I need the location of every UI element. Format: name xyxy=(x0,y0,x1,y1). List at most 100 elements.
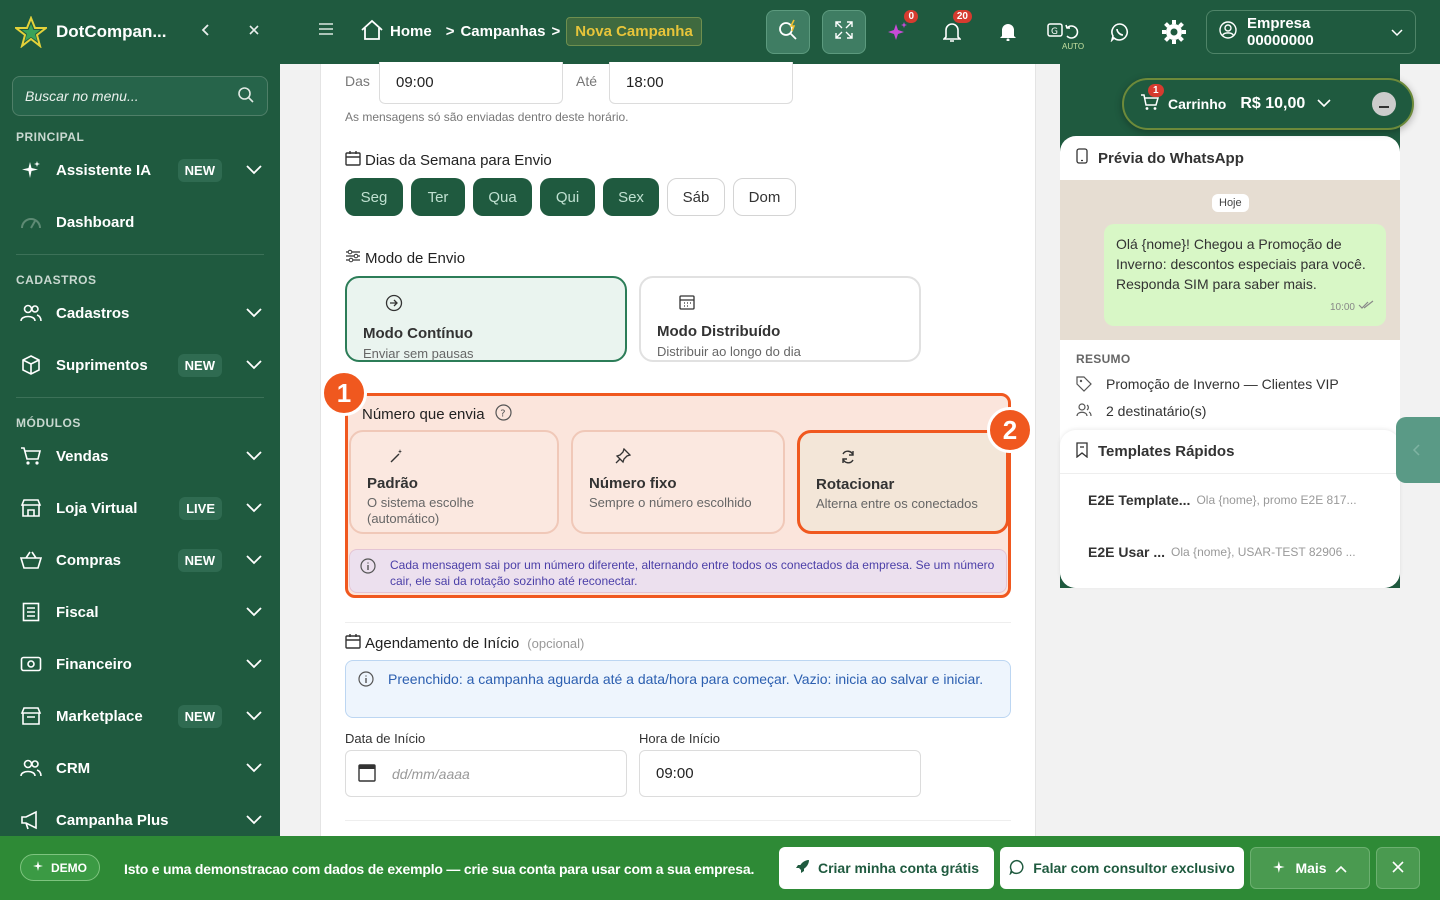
translate-sync-icon: G xyxy=(1047,23,1079,39)
ai-sparkles-button[interactable]: 0 xyxy=(884,10,918,46)
schedule-info-text: Preenchido: a campanha aguarda até a dat… xyxy=(388,671,984,687)
day-toggle-sab[interactable]: Sáb xyxy=(667,178,725,216)
start-time-input[interactable]: 09:00 xyxy=(639,750,921,797)
consultant-button[interactable]: Falar com consultor exclusivo xyxy=(1000,847,1244,889)
sidebar-item-label: CRM xyxy=(56,759,91,777)
bell-outline-icon xyxy=(943,23,961,42)
close-banner-button[interactable] xyxy=(1376,847,1420,889)
template-item[interactable]: E2E Usar ... Ola {nome}, USAR-TEST 82906… xyxy=(1060,526,1400,578)
sidebar-item-marketplace[interactable]: Marketplace NEW xyxy=(0,690,280,742)
summary-section: RESUMO Promoção de Inverno — Clientes VI… xyxy=(1060,340,1400,432)
hours-to-label: Até xyxy=(576,73,598,89)
collapse-chevron-icon[interactable] xyxy=(194,23,218,42)
expand-icon xyxy=(835,20,853,44)
phone-icon xyxy=(1076,148,1088,168)
auto-label: AUTO xyxy=(1062,42,1085,51)
sender-option-title: Rotacionar xyxy=(816,476,895,493)
hours-to-input[interactable]: 18:00 xyxy=(609,62,793,104)
chat-area: Hoje Olá {nome}! Chegou a Promoção de In… xyxy=(1060,180,1400,340)
minimize-button[interactable] xyxy=(1372,92,1396,116)
breadcrumb-campanhas[interactable]: Campanhas xyxy=(460,23,545,40)
sidebar-item-crm[interactable]: CRM xyxy=(0,742,280,794)
sender-option-padrao[interactable]: Padrão O sistema escolhe (automático) xyxy=(349,430,559,534)
sidebar-item-dashboard[interactable]: Dashboard xyxy=(0,196,280,248)
chevron-down-icon[interactable] xyxy=(1317,95,1331,113)
mode-distribuido-option[interactable]: Modo Distribuído Distribuir ao longo do … xyxy=(639,276,921,362)
sidebar-item-label: Vendas xyxy=(56,447,109,465)
cart-icon xyxy=(20,445,42,467)
money-icon xyxy=(20,653,42,675)
whatsapp-button[interactable] xyxy=(1106,18,1134,46)
sidebar-item-label: Cadastros xyxy=(56,304,130,322)
sidebar-header: DotCompan... xyxy=(0,0,280,64)
day-toggle-seg[interactable]: Seg xyxy=(345,178,403,216)
mode-continuo-option[interactable]: Modo Contínuo Enviar sem pausas xyxy=(345,276,627,362)
sender-title: Número que envia ? xyxy=(362,404,512,425)
user-circle-icon xyxy=(1219,21,1237,43)
chevron-down-icon xyxy=(246,448,262,465)
sidebar-item-assistente-ia[interactable]: Assistente IA NEW xyxy=(0,144,280,196)
sidebar-item-financeiro[interactable]: Financeiro xyxy=(0,638,280,690)
bell-button[interactable] xyxy=(994,18,1022,46)
hours-from-input[interactable]: 09:00 xyxy=(379,62,563,104)
sidebar-item-loja-virtual[interactable]: Loja Virtual LIVE xyxy=(0,482,280,534)
sidebar-item-cadastros[interactable]: Cadastros xyxy=(0,287,280,339)
day-toggle-qui[interactable]: Qui xyxy=(540,178,595,216)
section-modulos: MÓDULOS xyxy=(16,416,81,430)
mode-title-text: Modo de Envio xyxy=(365,249,466,267)
company-name: Empresa 00000000 xyxy=(1247,15,1314,49)
home-icon[interactable] xyxy=(360,18,384,46)
templates-title: Templates Rápidos xyxy=(1098,443,1235,460)
sender-option-rotacionar[interactable]: Rotacionar Alterna entre os conectados xyxy=(797,430,1009,534)
chevron-down-icon xyxy=(246,760,262,777)
template-preview: Ola {nome}, USAR-TEST 82906 ... xyxy=(1171,545,1356,559)
consultant-label: Falar com consultor exclusivo xyxy=(1033,860,1235,876)
day-toggle-qua[interactable]: Qua xyxy=(473,178,532,216)
sidebar-item-compras[interactable]: Compras NEW xyxy=(0,534,280,586)
sender-info-box: Cada mensagem sai por um número diferent… xyxy=(349,549,1007,593)
sparkles-icon xyxy=(1273,860,1287,877)
sidebar-item-vendas[interactable]: Vendas xyxy=(0,430,280,482)
summary-recipients: 2 destinatário(s) xyxy=(1106,403,1207,419)
side-drawer-tab[interactable] xyxy=(1396,417,1440,483)
search-bolt-button[interactable] xyxy=(766,10,810,54)
hamburger-menu-icon[interactable] xyxy=(318,22,334,41)
fullscreen-button[interactable] xyxy=(822,10,866,54)
mode-title: Modo Distribuído xyxy=(657,323,781,340)
day-toggle-sex[interactable]: Sex xyxy=(603,178,659,216)
cart-pill[interactable]: 1 Carrinho R$ 10,00 xyxy=(1122,78,1414,130)
start-date-input[interactable]: dd/mm/aaaa xyxy=(345,750,627,797)
shop-icon xyxy=(20,705,42,727)
sidebar-item-suprimentos[interactable]: Suprimentos NEW xyxy=(0,339,280,391)
notifications-button[interactable]: 20 xyxy=(938,10,972,46)
day-toggle-dom[interactable]: Dom xyxy=(733,178,796,216)
sidebar-item-fiscal[interactable]: Fiscal xyxy=(0,586,280,638)
start-date-label: Data de Início xyxy=(345,731,426,746)
sender-option-title: Número fixo xyxy=(589,475,677,492)
day-toggle-ter[interactable]: Ter xyxy=(411,178,465,216)
summary-campaign-row: Promoção de Inverno — Clientes VIP xyxy=(1076,376,1384,395)
calendar-icon xyxy=(345,150,361,170)
help-circle-icon[interactable]: ? xyxy=(494,404,512,425)
company-selector[interactable]: Empresa 00000000 xyxy=(1206,10,1416,54)
svg-text:G: G xyxy=(1051,27,1058,37)
message-bubble: Olá {nome}! Chegou a Promoção de Inverno… xyxy=(1104,224,1386,326)
sender-option-numero-fixo[interactable]: Número fixo Sempre o número escolhido xyxy=(571,430,785,534)
more-button[interactable]: Mais xyxy=(1250,847,1370,889)
breadcrumb-home[interactable]: Home xyxy=(390,23,432,40)
template-item[interactable]: E2E Template... Ola {nome}, promo E2E 81… xyxy=(1060,474,1400,526)
new-badge: NEW xyxy=(177,353,222,377)
chevron-down-icon xyxy=(246,656,262,673)
close-icon[interactable] xyxy=(242,23,266,41)
sidebar-search-input[interactable]: Buscar no menu... xyxy=(12,76,268,116)
summary-recipients-row: 2 destinatário(s) xyxy=(1076,403,1384,420)
create-account-button[interactable]: Criar minha conta grátis xyxy=(779,847,994,889)
sidebar: DotCompan... Buscar no menu... PRINCIPAL… xyxy=(0,0,280,900)
auto-sync-button[interactable]: G AUTO xyxy=(1044,18,1084,51)
settings-button[interactable] xyxy=(1160,18,1188,46)
refresh-icon xyxy=(840,450,856,469)
sidebar-item-label: Suprimentos xyxy=(56,356,148,374)
svg-text:?: ? xyxy=(500,409,505,420)
hours-from-label: Das xyxy=(345,73,370,89)
users-icon xyxy=(1076,403,1092,420)
